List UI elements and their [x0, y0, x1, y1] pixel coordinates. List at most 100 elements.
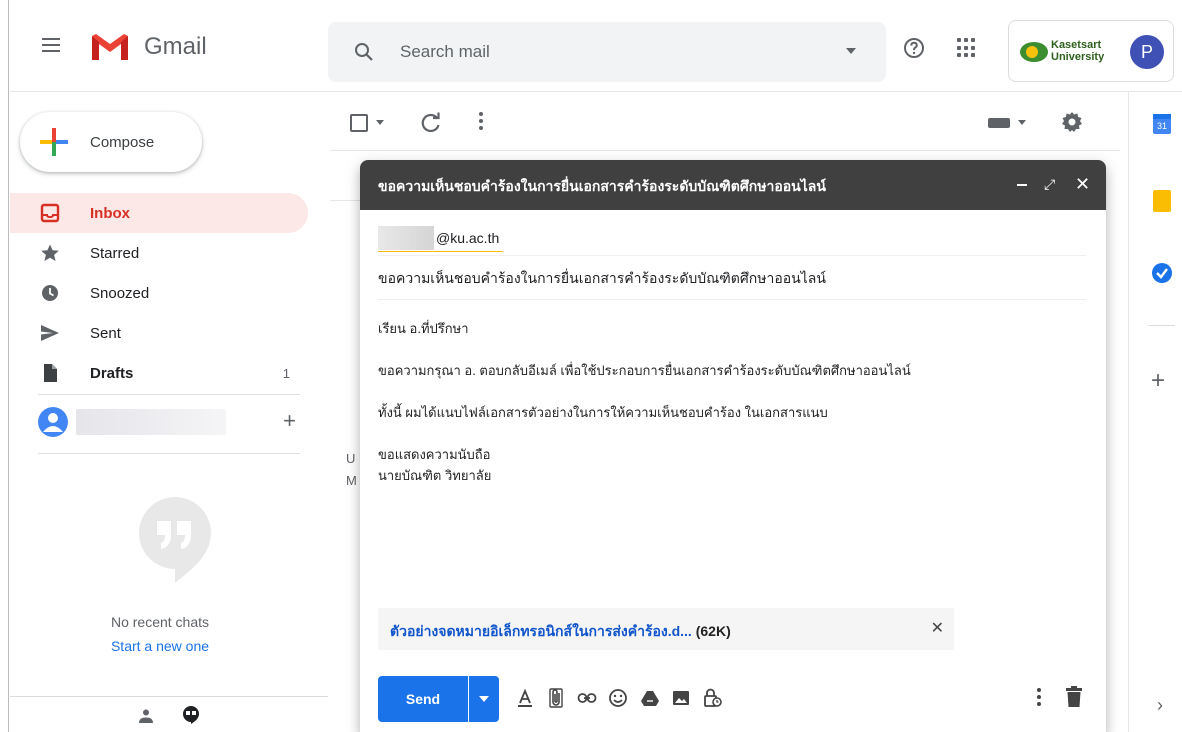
select-caret-icon[interactable]: [376, 120, 384, 125]
window-edge: [0, 0, 9, 732]
sidebar-item-inbox[interactable]: Inbox: [10, 193, 308, 233]
hamburger-menu-icon[interactable]: [42, 38, 60, 52]
send-icon: [41, 325, 59, 341]
google-apps-icon[interactable]: [957, 38, 977, 58]
add-contact-plus-icon[interactable]: +: [283, 409, 296, 433]
keep-icon[interactable]: [1153, 190, 1171, 212]
sidebar-item-sent[interactable]: Sent: [10, 313, 308, 353]
tasks-icon[interactable]: [1152, 263, 1172, 283]
sidebar-item-label: Inbox: [90, 204, 130, 222]
start-new-chat-link[interactable]: Start a new one: [10, 638, 310, 654]
attachment-link[interactable]: ตัวอย่างจดหมายอิเล็กทรอนิกส์ในการส่งคำร้…: [390, 621, 731, 643]
recipients-field[interactable]: @ku.ac.th: [378, 210, 1086, 256]
gmail-logo[interactable]: Gmail: [90, 32, 207, 62]
blurred-user-name: [76, 409, 226, 435]
formatting-options-icon[interactable]: [515, 688, 535, 708]
compose-button[interactable]: Compose: [20, 112, 202, 172]
gmail-m-icon: [92, 34, 128, 60]
get-addons-plus-icon[interactable]: +: [1151, 367, 1165, 395]
blurred-recipient-name: [378, 225, 434, 250]
compose-window: ขอความเห็นชอบคำร้องในการยื่นเอกสารคำร้อง…: [360, 160, 1106, 732]
app-name: Gmail: [144, 33, 207, 60]
trash-icon[interactable]: [1065, 686, 1083, 708]
compose-plus-icon: [38, 126, 70, 158]
body-signature: นายบัณฑิต วิทยาลัย: [378, 468, 492, 483]
calendar-icon[interactable]: 31: [1153, 114, 1171, 134]
attachment-size: (62K): [695, 623, 731, 639]
chevron-right-icon[interactable]: ›: [1157, 695, 1163, 716]
minimize-icon[interactable]: [1017, 184, 1027, 186]
sidebar-item-starred[interactable]: Starred: [10, 233, 308, 273]
emoji-icon[interactable]: [608, 688, 628, 708]
contacts-person-icon[interactable]: [138, 708, 154, 724]
sidebar-item-snoozed[interactable]: Snoozed: [10, 273, 308, 313]
sidebar-divider: [38, 453, 300, 454]
fullscreen-icon[interactable]: ⤢: [1044, 176, 1055, 193]
sidebar-item-drafts[interactable]: Drafts 1: [10, 353, 308, 393]
compose-bottom-toolbar: Send: [360, 664, 1106, 732]
account-switcher[interactable]: Kasetsart University P: [1008, 20, 1174, 82]
more-options-icon[interactable]: [478, 112, 484, 134]
main-divider: [330, 150, 1120, 151]
google-drive-icon[interactable]: [640, 688, 660, 708]
subject-text: ขอความเห็นชอบคำร้องในการยื่นเอกสารคำร้อง…: [378, 270, 826, 286]
sidebar-item-label: Sent: [90, 324, 121, 342]
account-avatar[interactable]: P: [1130, 35, 1164, 69]
remove-attachment-icon[interactable]: ✕: [931, 618, 944, 638]
side-apps-panel: 31 + ›: [1128, 92, 1182, 732]
organization-name: Kasetsart University: [1051, 39, 1105, 63]
recipient-domain: @ku.ac.th: [436, 229, 500, 246]
sidebar-item-label: Drafts: [90, 364, 134, 382]
select-all-checkbox[interactable]: [350, 114, 368, 132]
gear-icon[interactable]: [1060, 110, 1084, 134]
hangouts-user-row[interactable]: +: [38, 405, 300, 441]
hangouts-chat-icon[interactable]: [181, 705, 201, 725]
obscured-email-text: U M: [346, 451, 357, 488]
side-panel-divider: [1149, 325, 1175, 326]
send-button[interactable]: Send: [378, 676, 468, 722]
compose-titlebar[interactable]: ขอความเห็นชอบคำร้องในการยื่นเอกสารคำร้อง…: [360, 160, 1106, 210]
body-line: ทั้งนี้ ผมได้แนบไฟล์เอกสารตัวอย่างในการใ…: [378, 405, 828, 420]
attachment-chip[interactable]: ตัวอย่างจดหมายอิเล็กทรอนิกส์ในการส่งคำร้…: [378, 608, 954, 650]
inbox-icon: [40, 203, 60, 223]
refresh-icon[interactable]: [420, 112, 442, 134]
avatar: [38, 407, 68, 437]
more-options-icon[interactable]: [1036, 688, 1042, 708]
person-avatar-icon: [38, 407, 68, 437]
attach-files-icon[interactable]: [546, 688, 566, 708]
sidebar-divider: [38, 394, 300, 395]
confidential-mode-icon[interactable]: [702, 688, 722, 708]
input-tools-caret-icon[interactable]: [1018, 120, 1026, 125]
close-icon[interactable]: ✕: [1075, 174, 1090, 195]
search-bar[interactable]: [328, 22, 886, 82]
sidebar-bottom-divider: [10, 696, 328, 697]
compose-title: ขอความเห็นชอบคำร้องในการยื่นเอกสารคำร้อง…: [378, 178, 826, 194]
insert-link-icon[interactable]: [577, 688, 597, 708]
search-options-caret-icon[interactable]: [846, 48, 856, 54]
send-options-caret-icon[interactable]: [469, 676, 499, 722]
search-icon[interactable]: [352, 40, 376, 64]
hangouts-quote-bubble-icon: [139, 497, 211, 583]
body-line: ขอความกรุณา อ. ตอบกลับอีเมล์ เพื่อใช้ประ…: [378, 363, 911, 378]
recipient-chip[interactable]: @ku.ac.th: [378, 224, 504, 252]
sidebar-item-label: Snoozed: [90, 284, 150, 302]
no-chats-message: No recent chats: [110, 614, 210, 630]
star-icon: [41, 244, 59, 261]
keyboard-icon[interactable]: [988, 118, 1010, 128]
sidebar-item-label: Starred: [90, 244, 140, 262]
subject-field[interactable]: ขอความเห็นชอบคำร้องในการยื่นเอกสารคำร้อง…: [378, 256, 1086, 300]
sidebar-item-count: 1: [282, 365, 290, 381]
draft-icon: [44, 364, 57, 382]
body-greeting: เรียน อ.ที่ปรึกษา: [378, 321, 469, 336]
message-body[interactable]: เรียน อ.ที่ปรึกษา ขอความกรุณา อ. ตอบกลับ…: [378, 318, 1086, 486]
insert-photo-icon[interactable]: [671, 688, 691, 708]
university-logo-icon: [1020, 42, 1048, 62]
help-icon[interactable]: [902, 36, 926, 60]
body-closing: ขอแสดงความนับถือ: [378, 447, 491, 462]
main-toolbar: [330, 100, 1120, 150]
top-header: Gmail Kasetsart University P: [10, 0, 1182, 92]
main-divider: [330, 200, 360, 201]
compose-label: Compose: [90, 133, 155, 151]
clock-icon: [42, 285, 58, 301]
search-input[interactable]: [400, 42, 800, 62]
